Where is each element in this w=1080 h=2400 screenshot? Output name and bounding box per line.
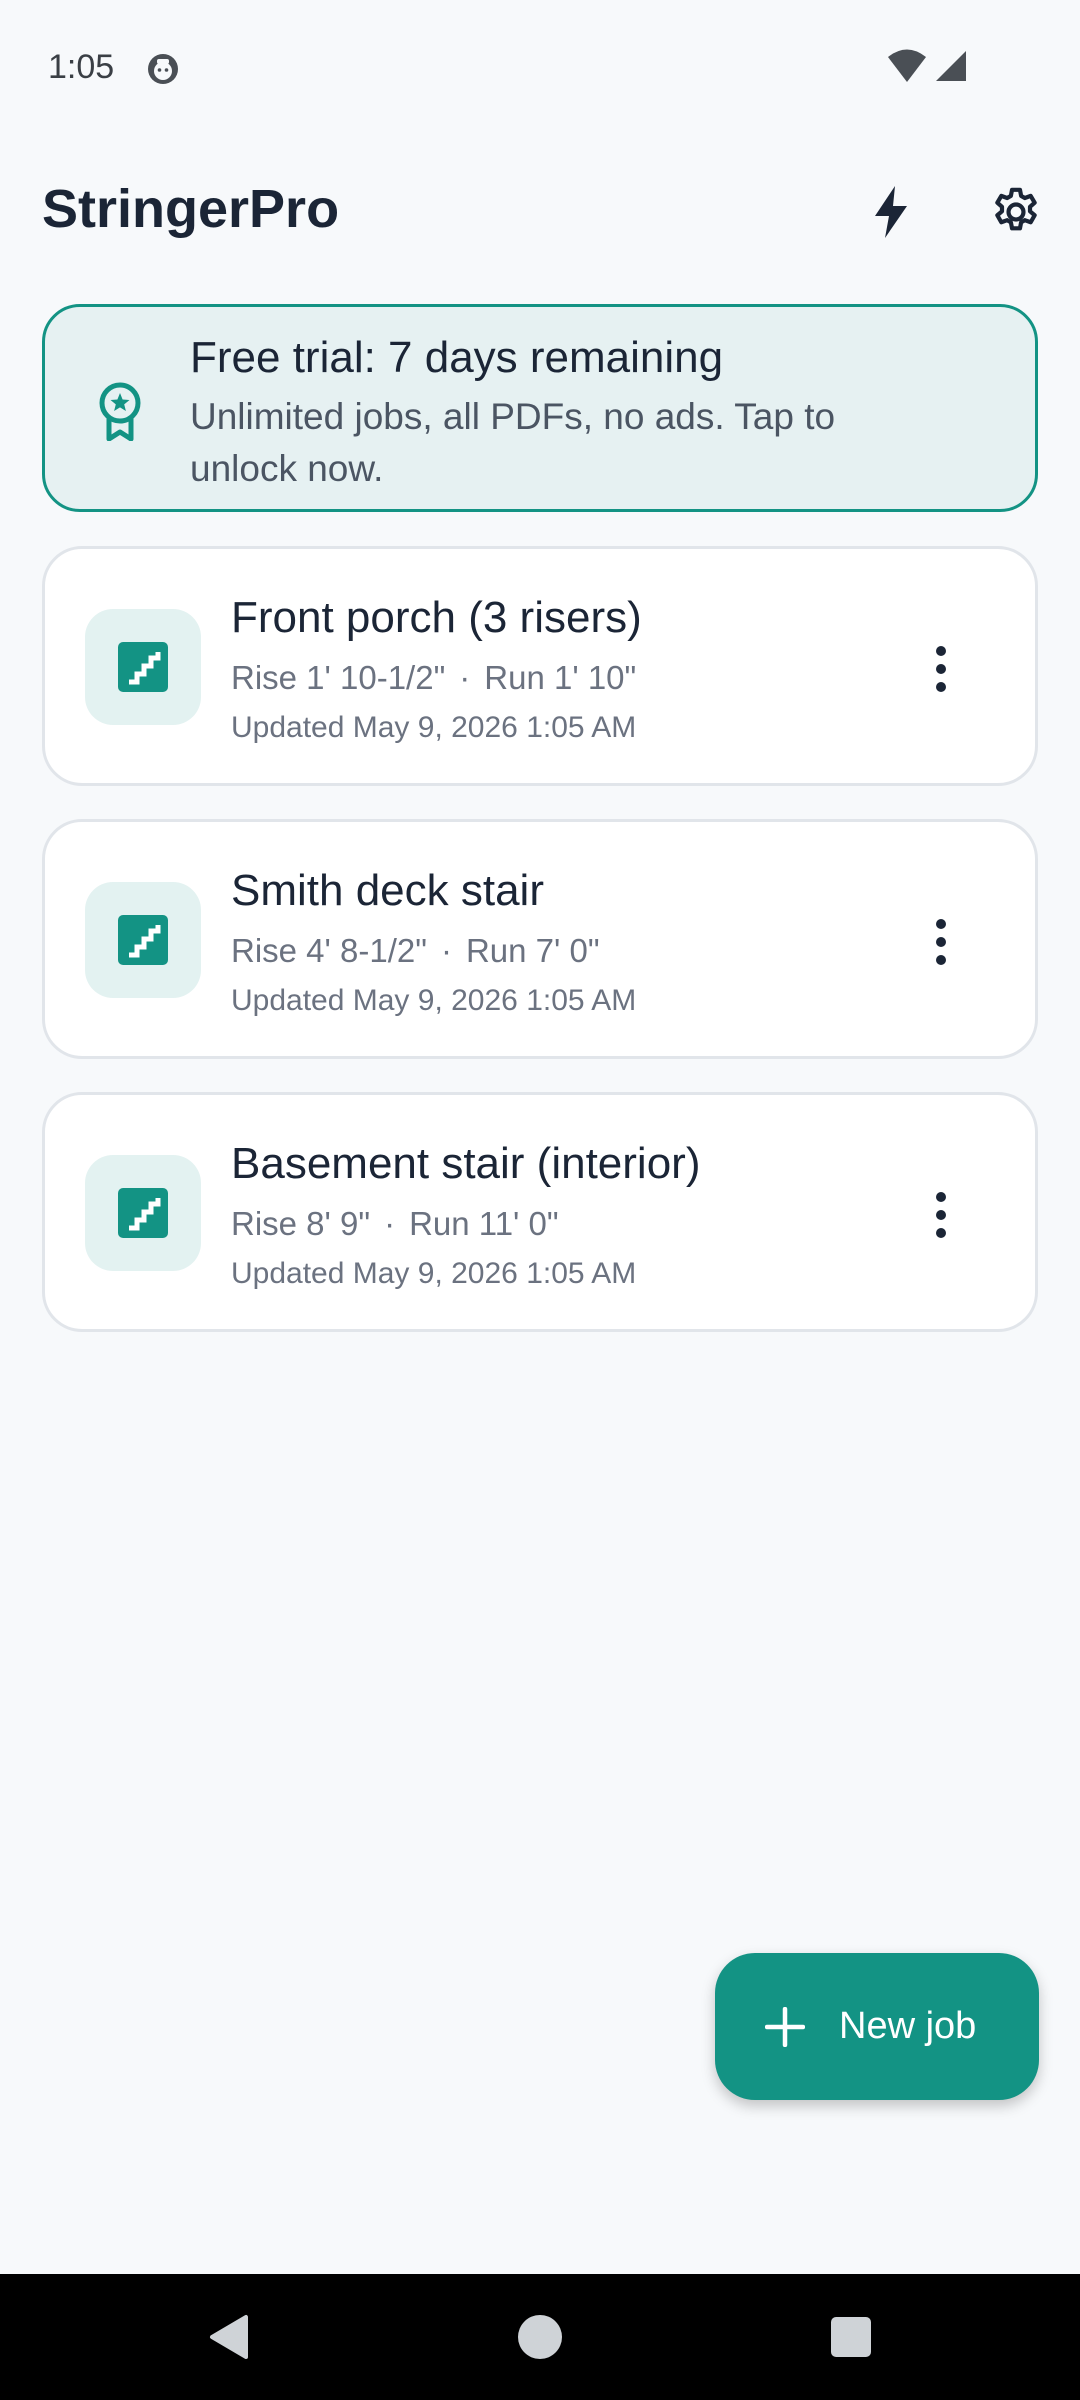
stairs-icon	[85, 1155, 201, 1271]
free-trial-banner[interactable]: Free trial: 7 days remaining Unlimited j…	[42, 304, 1038, 512]
job-card[interactable]: Basement stair (interior) Rise 8' 9" · Run…	[42, 1092, 1038, 1332]
home-button[interactable]	[510, 2307, 570, 2367]
gear-icon	[995, 187, 1037, 231]
job-overflow-menu-button[interactable]	[917, 633, 965, 705]
bolt-icon	[875, 186, 907, 238]
stairs-icon	[85, 882, 201, 998]
job-updated: Updated May 9, 2026 1:05 AM	[231, 984, 637, 1017]
notification-app-icon	[146, 52, 180, 86]
recents-square-icon	[831, 2317, 871, 2357]
app-bar: StringerPro	[0, 150, 1080, 270]
back-button[interactable]	[198, 2307, 258, 2367]
separator: ·	[440, 932, 452, 969]
more-vert-icon	[936, 1192, 946, 1238]
more-vert-icon	[936, 646, 946, 692]
new-job-button[interactable]: New job	[715, 1953, 1039, 2100]
job-run: Run 1' 10"	[484, 659, 637, 696]
job-rise: Rise 8' 9"	[231, 1205, 371, 1242]
job-dimensions: Rise 1' 10-1/2" · Run 1' 10"	[231, 659, 636, 697]
status-time: 1:05	[48, 48, 115, 86]
status-bar: 1:05	[0, 0, 1080, 140]
job-title: Smith deck stair	[231, 866, 544, 915]
system-nav-bar	[0, 2274, 1080, 2400]
job-title: Front porch (3 risers)	[231, 593, 642, 642]
app-title: StringerPro	[42, 179, 340, 239]
new-job-label: New job	[839, 2005, 977, 2047]
settings-button[interactable]	[980, 176, 1052, 248]
job-dimensions: Rise 4' 8-1/2" · Run 7' 0"	[231, 932, 600, 970]
quick-action-button[interactable]	[855, 176, 927, 248]
job-updated: Updated May 9, 2026 1:05 AM	[231, 1257, 637, 1290]
job-run: Run 7' 0"	[465, 932, 600, 969]
job-updated: Updated May 9, 2026 1:05 AM	[231, 711, 637, 744]
award-ribbon-icon	[89, 379, 151, 442]
trial-title: Free trial: 7 days remaining	[190, 333, 724, 382]
job-overflow-menu-button[interactable]	[917, 906, 965, 978]
job-card[interactable]: Smith deck stair Rise 4' 8-1/2" · Run 7' 0…	[42, 819, 1038, 1059]
job-title: Basement stair (interior)	[231, 1139, 701, 1188]
recents-button[interactable]	[821, 2307, 881, 2367]
job-card[interactable]: Front porch (3 risers) Rise 1' 10-1/2" · R…	[42, 546, 1038, 786]
status-indicators	[886, 48, 968, 89]
separator: ·	[384, 1205, 396, 1242]
job-rise: Rise 1' 10-1/2"	[231, 659, 446, 696]
back-triangle-icon	[210, 2315, 248, 2359]
job-rise: Rise 4' 8-1/2"	[231, 932, 427, 969]
cellular-signal-icon	[934, 49, 968, 88]
job-dimensions: Rise 8' 9" · Run 11' 0"	[231, 1205, 559, 1243]
home-circle-icon	[518, 2315, 562, 2359]
trial-description: Unlimited jobs, all PDFs, no ads. Tap to…	[190, 396, 836, 489]
job-run: Run 11' 0"	[409, 1205, 559, 1242]
more-vert-icon	[936, 919, 946, 965]
separator: ·	[459, 659, 471, 696]
job-overflow-menu-button[interactable]	[917, 1179, 965, 1251]
stairs-icon	[85, 609, 201, 725]
plus-icon	[765, 2006, 805, 2047]
wifi-icon	[886, 48, 928, 89]
